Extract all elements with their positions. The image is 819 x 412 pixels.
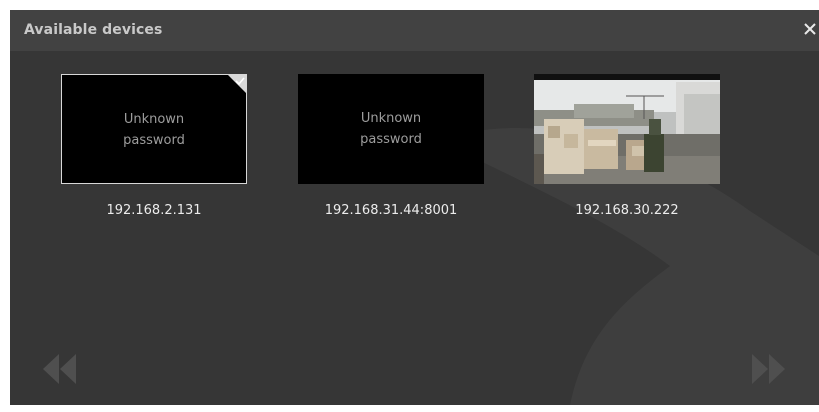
device-status-line: password xyxy=(123,133,185,148)
device-status: Unknown password xyxy=(62,109,246,151)
device-thumbnail[interactable]: Unknown password xyxy=(61,74,247,184)
checkmark-icon xyxy=(228,75,246,93)
device-address[interactable]: 192.168.2.131 xyxy=(61,203,247,218)
previous-page-button[interactable] xyxy=(42,352,78,386)
double-chevron-right-icon xyxy=(752,354,785,384)
device-card[interactable]: Unknown password 192.168.2.131 xyxy=(61,74,247,218)
next-page-button[interactable] xyxy=(750,352,786,386)
device-status-line: password xyxy=(360,132,422,147)
device-card[interactable]: Unknown password 192.168.31.44:8001 xyxy=(298,74,484,218)
available-devices-dialog: Available devices Unknown password 192.1… xyxy=(10,10,819,405)
dialog-title: Available devices xyxy=(24,22,163,38)
camera-preview-image xyxy=(534,74,720,184)
device-address[interactable]: 192.168.30.222 xyxy=(534,203,720,218)
close-button[interactable] xyxy=(802,18,819,40)
device-thumbnail[interactable] xyxy=(534,74,720,184)
double-chevron-left-icon xyxy=(43,354,76,384)
dialog-titlebar: Available devices xyxy=(10,10,819,51)
device-status: Unknown password xyxy=(298,108,484,150)
device-thumbnail[interactable]: Unknown password xyxy=(298,74,484,184)
device-card[interactable]: 192.168.30.222 xyxy=(534,74,720,218)
device-status-line: Unknown xyxy=(360,111,422,126)
device-address[interactable]: 192.168.31.44:8001 xyxy=(298,203,484,218)
device-status-line: Unknown xyxy=(123,112,185,127)
close-icon xyxy=(804,23,816,35)
